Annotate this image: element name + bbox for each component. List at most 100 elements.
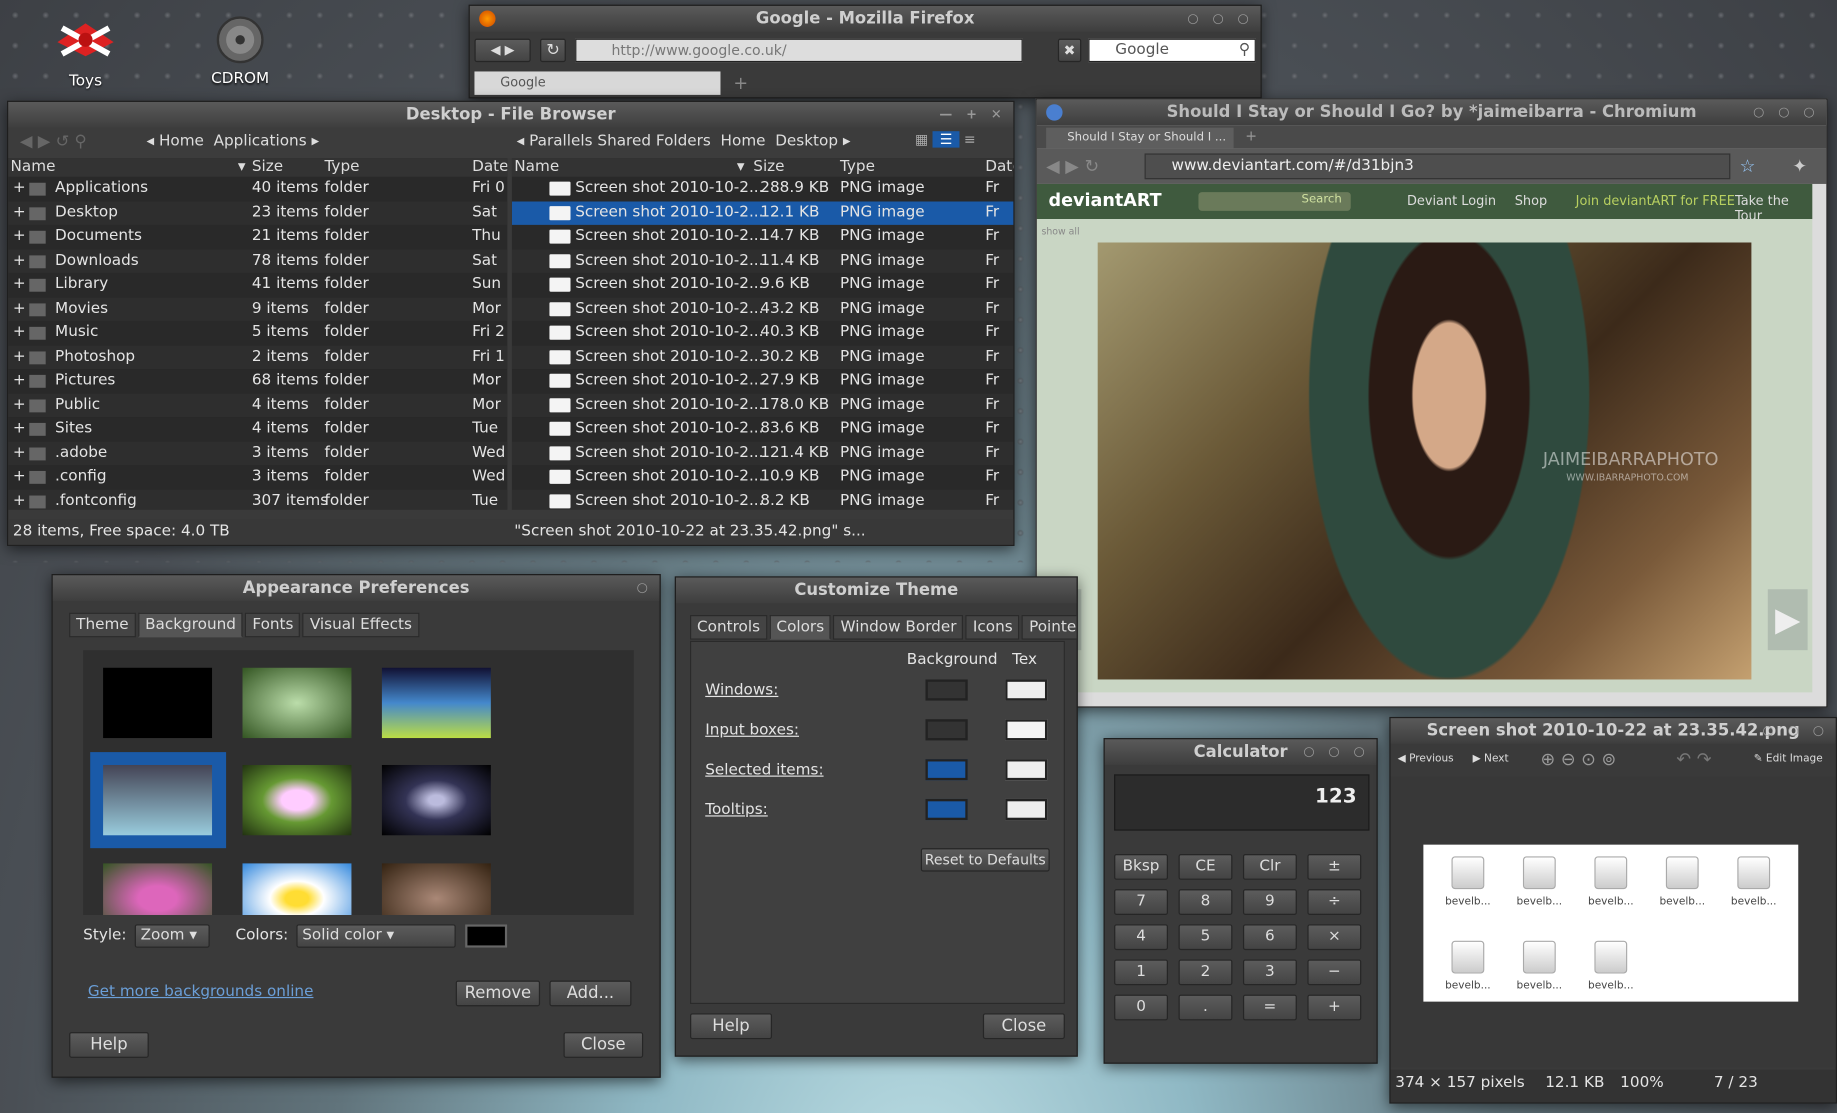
next-button[interactable]: ▶ Next	[1473, 753, 1509, 765]
wallpaper-thumb[interactable]	[242, 667, 352, 739]
table-row[interactable]: + .adobe 3 items folder Wed	[8, 441, 508, 466]
table-row[interactable]: + Public 4 items folder Mor	[8, 393, 508, 418]
expander-icon[interactable]: +	[13, 201, 26, 225]
calc-key[interactable]: ±	[1307, 854, 1362, 880]
tab-controls[interactable]: Controls	[690, 615, 768, 640]
stop-icon[interactable]: ✖	[1057, 38, 1082, 63]
bg-color-swatch[interactable]	[925, 719, 968, 741]
expander-icon[interactable]: +	[13, 345, 26, 369]
table-row[interactable]: + Documents 21 items folder Thu	[8, 224, 508, 249]
table-row[interactable]: + .fontconfig 307 items folder Tue	[8, 489, 508, 510]
table-row[interactable]: + Music 5 items folder Fri 2	[8, 320, 508, 346]
url-input[interactable]: http://www.google.co.uk/	[575, 38, 1023, 63]
da-search-button[interactable]: Search	[1302, 193, 1342, 206]
window-controls[interactable]: — + ✕	[939, 102, 1006, 128]
table-row[interactable]: + Photoshop 2 items folder Fri 1	[8, 345, 508, 370]
view-mode-icons[interactable]: ▦ ☰ ≡	[915, 131, 1009, 154]
wallpaper-thumb[interactable]	[103, 863, 213, 915]
calc-key[interactable]: Bksp	[1114, 854, 1168, 880]
bg-color-swatch[interactable]	[925, 759, 968, 781]
calc-key[interactable]: 0	[1114, 994, 1168, 1021]
column-header[interactable]: Name▾SizeTypeDate	[511, 158, 1014, 177]
reload-icon[interactable]: ↻	[540, 38, 566, 63]
calc-key[interactable]: .	[1178, 994, 1233, 1021]
show-all-link[interactable]: show all	[1041, 226, 1079, 237]
da-nav-shop[interactable]: Shop	[1515, 193, 1547, 208]
calc-key[interactable]: −	[1307, 959, 1362, 986]
color-swatch[interactable]	[465, 924, 508, 948]
search-input[interactable]: Google ⚲	[1088, 38, 1256, 63]
fg-color-swatch[interactable]	[1005, 759, 1048, 781]
expander-icon[interactable]: +	[13, 369, 26, 393]
table-row[interactable]: Screen shot 2010-10-2... 30.2 KB PNG image…	[511, 345, 1014, 370]
bg-color-swatch[interactable]	[925, 679, 968, 701]
table-row[interactable]: + Downloads 78 items folder Sat	[8, 248, 508, 273]
deviantart-logo[interactable]: deviantART	[1048, 190, 1161, 211]
crumb-home[interactable]: Home	[721, 132, 766, 150]
table-row[interactable]: Screen shot 2010-10-2... 121.4 KB PNG imag…	[511, 441, 1014, 466]
bookmark-star-icon[interactable]: ☆	[1740, 156, 1756, 177]
expander-icon[interactable]: +	[13, 177, 26, 201]
zoom-icons[interactable]: ⊕ ⊖ ⊙ ⊚	[1541, 749, 1617, 770]
table-row[interactable]: Screen shot 2010-10-2... 8.2 KB PNG image F…	[511, 489, 1014, 510]
style-select[interactable]: Zoom ▾	[134, 924, 210, 948]
tab-google[interactable]: Google	[474, 71, 721, 95]
calc-key[interactable]: 3	[1242, 959, 1297, 986]
wallpaper-thumb[interactable]	[242, 764, 352, 836]
right-breadcrumb[interactable]: ◂ Parallels Shared Folders Home Desktop …	[517, 132, 851, 150]
fg-color-swatch[interactable]	[1005, 798, 1048, 821]
tab-icons[interactable]: Icons	[965, 615, 1020, 640]
table-row[interactable]: Screen shot 2010-10-2... 11.4 KB PNG image…	[511, 248, 1014, 273]
table-row[interactable]: Screen shot 2010-10-2... 288.9 KB PNG imag…	[511, 176, 1014, 201]
new-tab-icon[interactable]: +	[733, 73, 748, 94]
close-button[interactable]: Close	[982, 1013, 1065, 1040]
expander-icon[interactable]: +	[13, 393, 26, 417]
tab-theme[interactable]: Theme	[69, 612, 136, 638]
expander-icon[interactable]: +	[13, 297, 26, 321]
wallpaper-thumb[interactable]	[381, 863, 491, 915]
wallpaper-thumb[interactable]	[381, 667, 491, 739]
calc-key[interactable]: 9	[1242, 889, 1297, 915]
wallpaper-thumb[interactable]	[242, 863, 352, 915]
crumb-applications[interactable]: Applications	[214, 132, 307, 150]
da-nav-login[interactable]: Deviant Login	[1407, 193, 1496, 208]
fg-color-swatch[interactable]	[1005, 719, 1048, 741]
table-row[interactable]: Screen shot 2010-10-2... 10.9 KB PNG image…	[511, 465, 1014, 490]
calc-key[interactable]: 4	[1114, 924, 1168, 951]
calc-key[interactable]: =	[1242, 994, 1297, 1021]
column-header[interactable]: Name▾SizeTypeDate	[8, 158, 508, 177]
reset-defaults-button[interactable]: Reset to Defaults	[920, 848, 1050, 872]
crumb-shared[interactable]: Parallels Shared Folders	[529, 132, 711, 150]
more-backgrounds-link[interactable]: Get more backgrounds online	[88, 983, 314, 1001]
artwork-image[interactable]: JAIMEIBARRAPHOTO WWW.IBARRAPHOTO.COM	[1097, 242, 1752, 680]
close-button[interactable]: Close	[563, 1032, 644, 1058]
tab-window-border[interactable]: Window Border	[833, 615, 964, 640]
table-row[interactable]: + Pictures 68 items folder Mor	[8, 369, 508, 394]
crumb-home[interactable]: Home	[159, 132, 204, 150]
expander-icon[interactable]: +	[13, 273, 26, 297]
expander-icon[interactable]: +	[13, 225, 26, 249]
viewed-image[interactable]: bevelb... bevelb... bevelb... bevelb... beve…	[1423, 844, 1799, 1002]
calc-key[interactable]: +	[1307, 994, 1362, 1021]
table-row[interactable]: + Movies 9 items folder Mor	[8, 296, 508, 321]
desktop-icon-cdrom[interactable]: CDROM	[199, 14, 281, 88]
tab-deviantart[interactable]: Should I Stay or Should I ... ×	[1046, 127, 1234, 149]
window-controls[interactable]: ○ ○ ○	[1303, 739, 1369, 765]
url-input[interactable]: www.deviantart.com/#/d31bjn3	[1144, 153, 1731, 180]
search-icon[interactable]: ⚲	[1239, 40, 1250, 61]
nav-icons[interactable]: ◀ ▶ ↻	[1046, 156, 1099, 177]
fg-color-swatch[interactable]	[1005, 679, 1048, 701]
prev-button[interactable]: ◀ Previous	[1398, 753, 1454, 765]
tab-colors[interactable]: Colors	[769, 615, 832, 640]
calc-key[interactable]: 8	[1178, 889, 1233, 915]
table-row[interactable]: Screen shot 2010-10-2... 40.3 KB PNG image…	[511, 320, 1014, 346]
colors-select[interactable]: Solid color ▾	[296, 924, 456, 948]
expander-icon[interactable]: +	[13, 489, 26, 510]
help-button[interactable]: Help	[69, 1032, 149, 1058]
back-forward-buttons[interactable]: ◀ ▶	[474, 38, 531, 63]
crumb-desktop[interactable]: Desktop	[775, 132, 838, 150]
remove-button[interactable]: Remove	[455, 980, 541, 1007]
tab-visual-effects[interactable]: Visual Effects	[302, 612, 419, 638]
table-row[interactable]: + Library 41 items folder Sun	[8, 272, 508, 297]
calc-key[interactable]: ÷	[1307, 889, 1362, 915]
